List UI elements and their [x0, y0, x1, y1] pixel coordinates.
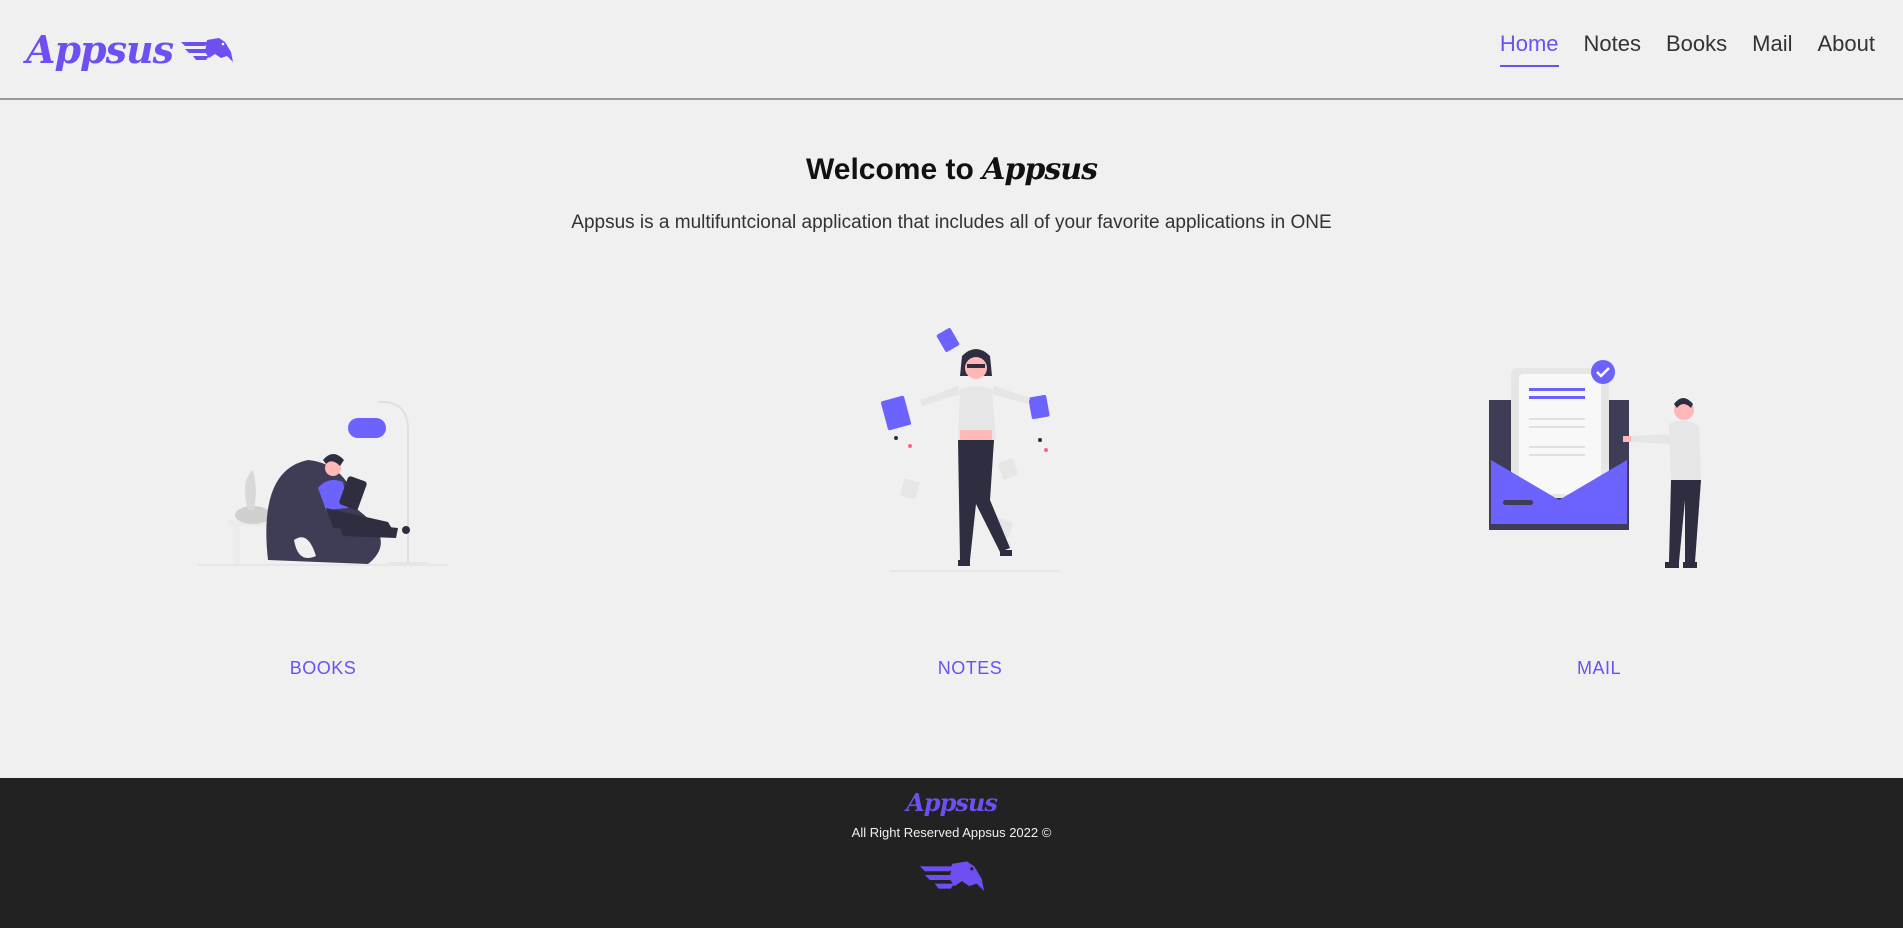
welcome-prefix: Welcome to: [806, 153, 983, 186]
nav-notes[interactable]: Notes: [1584, 31, 1641, 67]
books-card[interactable]: BOOKS: [163, 310, 483, 679]
page-title: Welcome to Appsus: [0, 152, 1903, 187]
notes-link[interactable]: NOTES: [810, 658, 1130, 679]
nav-mail[interactable]: Mail: [1752, 31, 1792, 67]
logo-text: Appsus: [26, 26, 174, 72]
logo[interactable]: Appsus: [26, 27, 235, 72]
main-nav: Home Notes Books Mail About: [1499, 31, 1876, 67]
home-page: Welcome to Appsus Appsus is a multifuntc…: [0, 100, 1903, 778]
page-subtitle: Appsus is a multifuntcional application …: [571, 212, 1332, 233]
mail-card[interactable]: MAIL: [1439, 310, 1759, 679]
app-header: Appsus Home Notes Books Mail About: [0, 0, 1903, 100]
reading-woman-illustration: [163, 310, 483, 580]
mail-link[interactable]: MAIL: [1439, 658, 1759, 679]
books-link[interactable]: BOOKS: [163, 658, 483, 679]
footer-logo-text: Appsus: [906, 788, 998, 817]
nav-about[interactable]: About: [1818, 31, 1876, 67]
notes-card[interactable]: NOTES: [810, 310, 1130, 679]
footer-copyright: All Right Reserved Appsus 2022 ©: [851, 825, 1052, 840]
juggling-notes-woman-illustration: [810, 310, 1130, 580]
flying-horse-icon: [0, 854, 1903, 896]
welcome-brand: Appsus: [982, 152, 1098, 187]
app-footer: Appsus All Right Reserved Appsus 2022 ©: [0, 778, 1903, 928]
nav-books[interactable]: Books: [1666, 31, 1727, 67]
man-with-mailbox-illustration: [1439, 310, 1759, 580]
nav-home[interactable]: Home: [1499, 31, 1559, 67]
flying-horse-icon: [179, 32, 235, 66]
